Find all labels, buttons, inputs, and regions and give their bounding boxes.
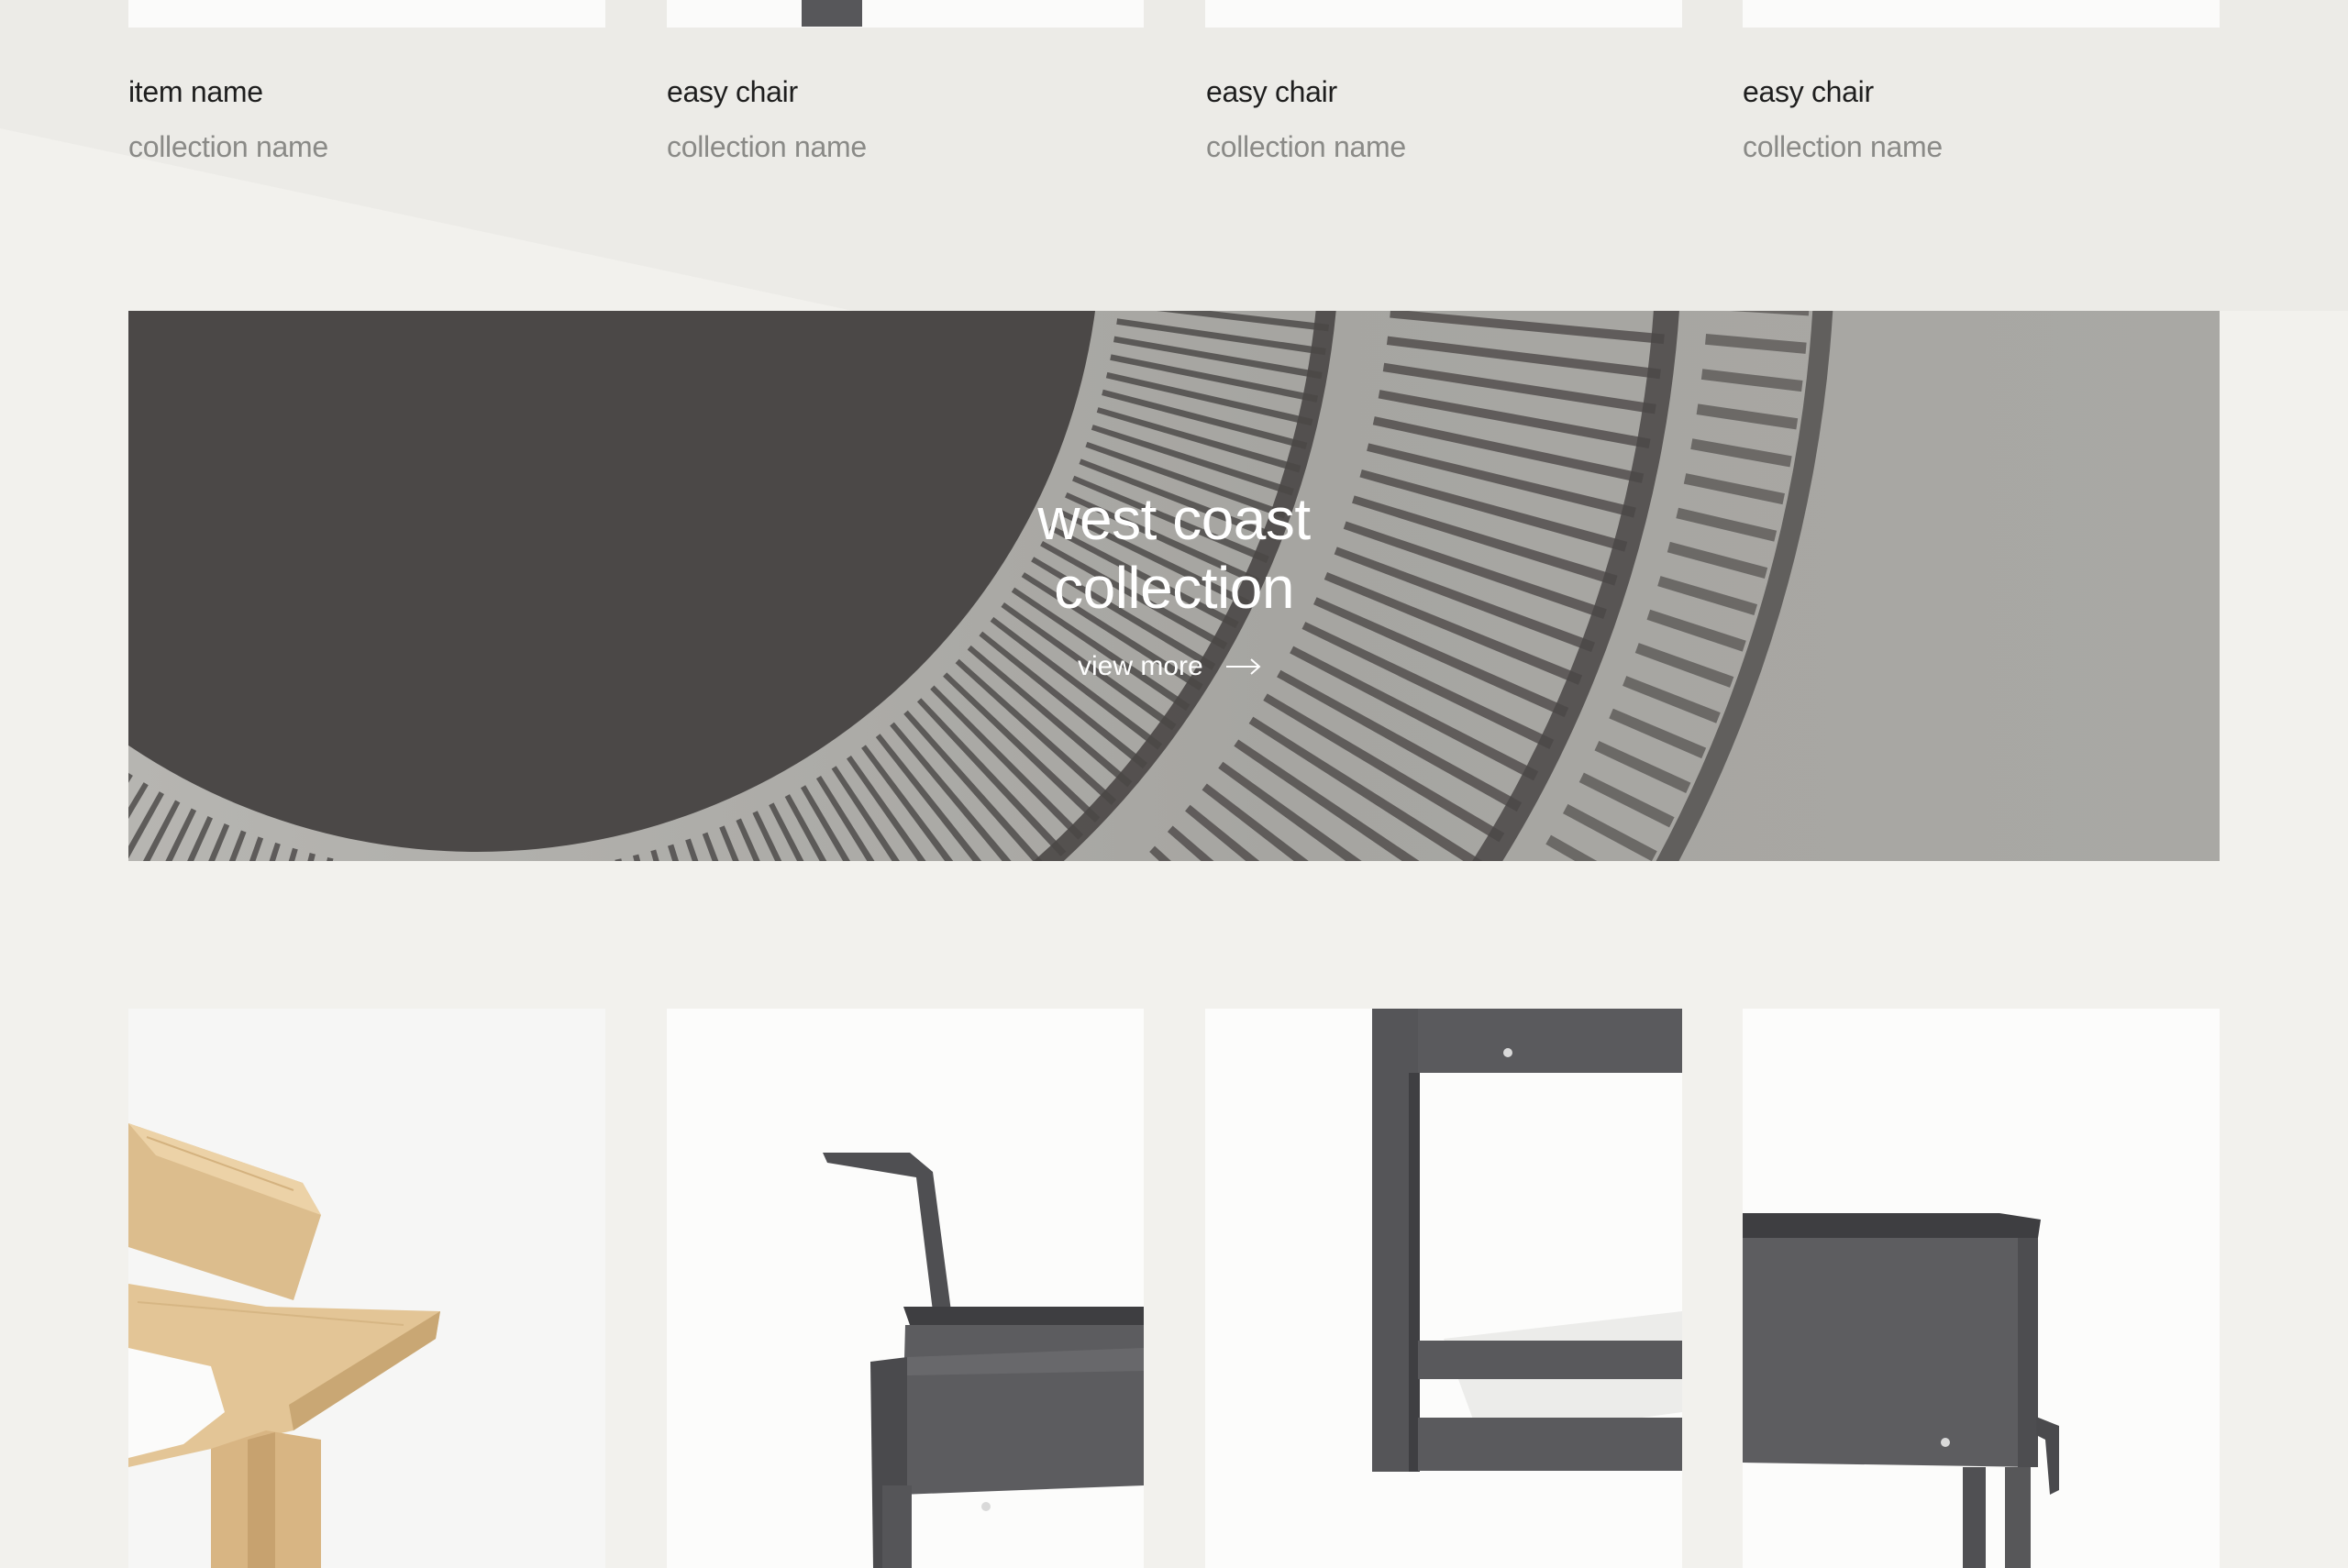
- metal-chair-seat-image: [1743, 1213, 2059, 1568]
- product-collection-3[interactable]: collection name: [1206, 130, 1406, 164]
- arrow-right-icon: [1225, 657, 1262, 676]
- product-name-4[interactable]: easy chair: [1743, 75, 1874, 109]
- product-card-image-1[interactable]: [128, 0, 605, 28]
- metal-easy-chair-image: [823, 1153, 1144, 1568]
- product-card-6[interactable]: [667, 1009, 1144, 1568]
- banner-title-line-1: west coast: [1037, 486, 1311, 552]
- view-more-label: view more: [1078, 651, 1203, 681]
- product-card-image-3[interactable]: [1205, 0, 1682, 28]
- wooden-chair-image: [128, 1123, 440, 1568]
- product-collection-2[interactable]: collection name: [667, 130, 867, 164]
- product-card-7[interactable]: [1205, 1009, 1682, 1568]
- view-more-link[interactable]: view more: [1078, 651, 1262, 682]
- chair-leg-image: [802, 0, 862, 27]
- product-name-1[interactable]: item name: [128, 75, 263, 109]
- product-card-5[interactable]: [128, 1009, 605, 1568]
- metal-chair-frame-image: [1372, 1009, 1682, 1472]
- product-collection-1[interactable]: collection name: [128, 130, 328, 164]
- product-card-image-4[interactable]: [1743, 0, 2220, 28]
- product-card-image-2[interactable]: [667, 0, 1144, 28]
- product-name-3[interactable]: easy chair: [1206, 75, 1337, 109]
- banner-title: west coast collection: [128, 485, 2220, 623]
- collection-banner[interactable]: west coast collection view more: [128, 311, 2220, 861]
- banner-title-line-2: collection: [1054, 555, 1294, 621]
- product-collection-4[interactable]: collection name: [1743, 130, 1943, 164]
- product-card-8[interactable]: [1743, 1009, 2220, 1568]
- product-name-2[interactable]: easy chair: [667, 75, 798, 109]
